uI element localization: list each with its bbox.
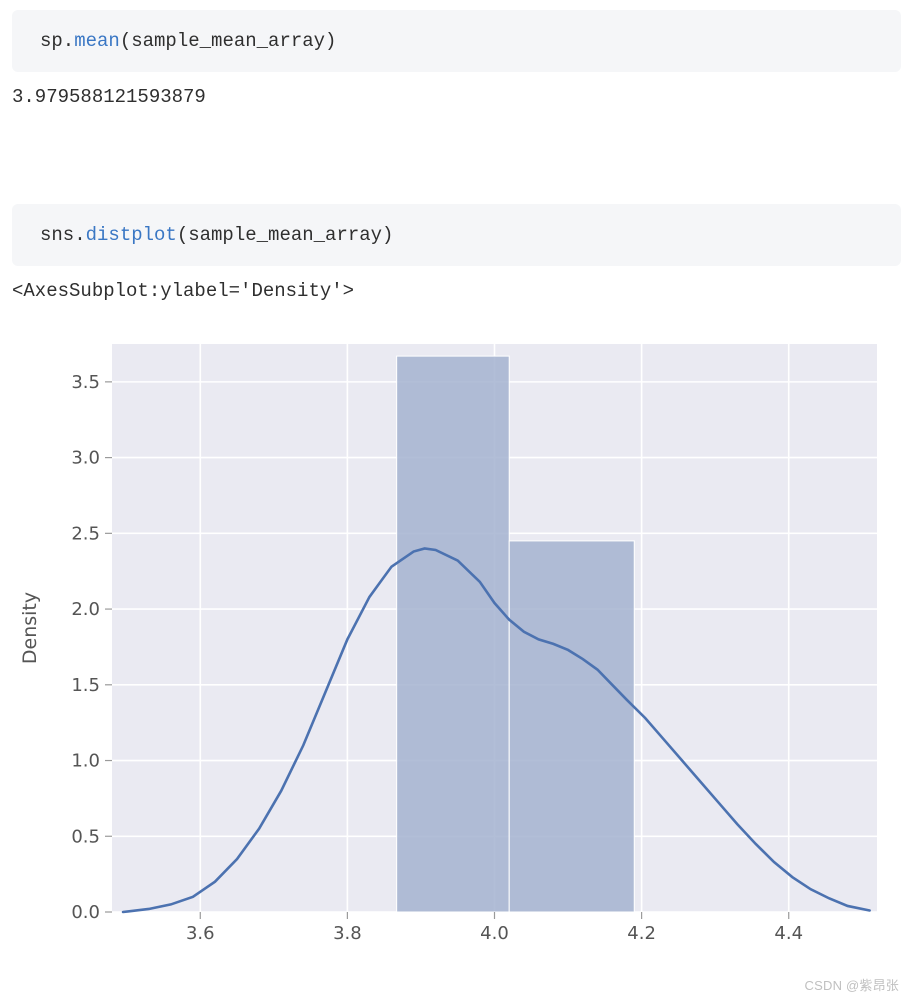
y-tick-label: 1.0 [71, 751, 100, 772]
code-cell: sp.mean(sample_mean_array) [12, 10, 901, 72]
histogram-bar [509, 541, 634, 912]
x-tick-label: 3.6 [186, 923, 215, 944]
x-tick-label: 3.8 [333, 923, 362, 944]
code-cell: sns.distplot(sample_mean_array) [12, 204, 901, 266]
code-func: distplot [86, 224, 177, 246]
code-suffix: (sample_mean_array) [120, 30, 337, 52]
y-tick-label: 3.0 [71, 448, 100, 469]
watermark: CSDN @紫昂张 [805, 975, 899, 994]
chart-container: 0.0 0.5 1.0 1.5 2.0 2.5 3.0 3.5 3.6 3.8 4.0 4.2 4.4 D… [12, 332, 913, 952]
y-tick-label: 2.5 [71, 523, 100, 544]
x-tick-label: 4.0 [480, 923, 509, 944]
code-func: mean [74, 30, 120, 52]
cell-output: 3.979588121593879 [12, 86, 901, 108]
x-tick-label: 4.2 [627, 923, 656, 944]
cell-output: <AxesSubplot:ylabel='Density'> [12, 280, 901, 302]
code-suffix: (sample_mean_array) [177, 224, 394, 246]
y-tick-label: 3.5 [71, 372, 100, 393]
y-tick-label: 2.0 [71, 599, 100, 620]
code-prefix: sp. [40, 30, 74, 52]
code-prefix: sns. [40, 224, 86, 246]
y-axis-label: Density [19, 592, 41, 664]
histogram-bar [397, 356, 510, 912]
y-tick-label: 0.0 [71, 902, 100, 923]
distplot-chart: 0.0 0.5 1.0 1.5 2.0 2.5 3.0 3.5 3.6 3.8 4.0 4.2 4.4 D… [12, 332, 892, 952]
x-tick-label: 4.4 [774, 923, 803, 944]
y-tick-label: 1.5 [71, 675, 100, 696]
y-tick-label: 0.5 [71, 826, 100, 847]
